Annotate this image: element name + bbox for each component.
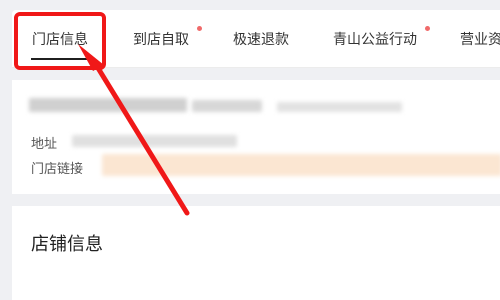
tab-fast-refund[interactable]: 极速退款 <box>227 10 295 67</box>
tab-label: 营业资 <box>460 31 500 48</box>
notification-dot <box>197 26 202 31</box>
tab-label: 门店信息 <box>32 31 88 48</box>
tab-business-license[interactable]: 营业资 <box>452 10 500 67</box>
tab-label: 青山公益行动 <box>333 31 417 48</box>
address-label: 地址 <box>31 137 58 152</box>
address-value-redacted <box>72 135 237 147</box>
tab-bar: 门店信息 到店自取 极速退款 青山公益行动 营业资 <box>12 10 500 68</box>
tab-label: 到店自取 <box>133 31 189 48</box>
store-info-section: 店铺信息 <box>12 206 500 300</box>
tab-label: 极速退款 <box>233 31 289 48</box>
store-meta-redacted <box>277 102 402 112</box>
tab-store-info[interactable]: 门店信息 <box>22 10 98 67</box>
tab-pickup[interactable]: 到店自取 <box>125 10 202 67</box>
store-link-redacted[interactable] <box>102 154 500 176</box>
store-id-redacted <box>192 100 262 112</box>
store-summary-card: 地址 门店链接 <box>12 80 500 194</box>
store-name-redacted <box>29 98 187 112</box>
section-title: 店铺信息 <box>31 234 103 255</box>
active-tab-indicator <box>31 58 87 60</box>
tab-charity[interactable]: 青山公益行动 <box>325 10 430 67</box>
store-link-label: 门店链接 <box>31 162 84 177</box>
notification-dot <box>425 26 430 31</box>
